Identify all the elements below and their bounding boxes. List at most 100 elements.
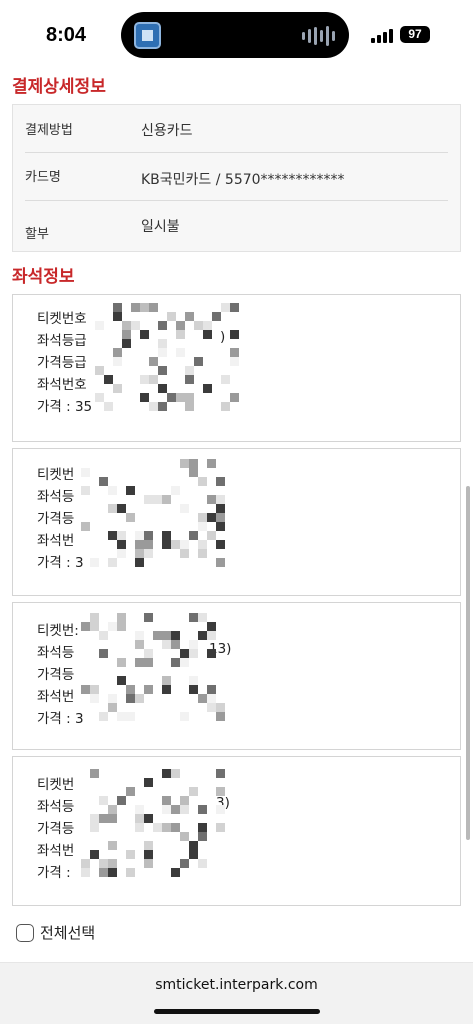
now-playing-thumbnail-icon — [134, 22, 161, 49]
mosaic-pixel — [171, 769, 180, 778]
mosaic-pixel — [207, 703, 216, 712]
mosaic-pixel — [99, 477, 108, 486]
mosaic-pixel — [189, 468, 198, 477]
mosaic-pixel — [126, 685, 135, 694]
mosaic-pixel — [216, 504, 225, 513]
mosaic-pixel — [108, 841, 117, 850]
seat-grade-line: 좌석등 — [37, 799, 75, 815]
mosaic-pixel — [122, 330, 131, 339]
price-grade-line: 가격등급 — [37, 355, 87, 371]
mosaic-pixel — [162, 796, 171, 805]
mosaic-pixel — [162, 805, 171, 814]
mosaic-pixel — [126, 694, 135, 703]
mosaic-pixel — [207, 622, 216, 631]
mosaic-pixel — [207, 685, 216, 694]
mosaic-pixel — [113, 357, 122, 366]
mosaic-pixel — [81, 622, 90, 631]
mosaic-pixel — [162, 540, 171, 549]
ticket-card[interactable]: 티켓번: 좌석등 가격등 좌석번 가격 : 3 13) — [12, 602, 461, 750]
payment-row-installment: 할부 일시불 — [25, 201, 448, 249]
mosaic-pixel — [144, 814, 153, 823]
mosaic-pixel — [230, 357, 239, 366]
mosaic-pixel — [216, 477, 225, 486]
mosaic-pixel — [90, 850, 99, 859]
mosaic-pixel — [126, 513, 135, 522]
mosaic-pixel — [99, 712, 108, 721]
ticket-card[interactable]: 티켓번 좌석등 가격등 좌석번 가격 : 3) — [12, 756, 461, 906]
scrollbar[interactable] — [466, 486, 470, 840]
mosaic-pixel — [113, 303, 122, 312]
mosaic-pixel — [135, 805, 144, 814]
mosaic-pixel — [162, 640, 171, 649]
mosaic-pixel — [99, 631, 108, 640]
mosaic-pixel — [171, 868, 180, 877]
mosaic-pixel — [171, 486, 180, 495]
mosaic-pixel — [135, 549, 144, 558]
mosaic-pixel — [140, 393, 149, 402]
mosaic-pixel — [135, 658, 144, 667]
mosaic-pixel — [189, 613, 198, 622]
ticket-card[interactable]: 티켓번 좌석등 가격등 좌석번 가격 : 3 — [12, 448, 461, 596]
mosaic-pixel — [185, 375, 194, 384]
mosaic-pixel — [198, 477, 207, 486]
mosaic-pixel — [180, 459, 189, 468]
mosaic-pixel — [108, 622, 117, 631]
mosaic-pixel — [117, 796, 126, 805]
ticket-number-line: 티켓번: — [37, 623, 79, 639]
home-indicator — [154, 1009, 320, 1014]
ticket-card[interactable]: 티켓번호 좌석등급 가격등급 좌석번호 가격 : 35 ) — [12, 294, 461, 442]
mosaic-pixel — [144, 850, 153, 859]
mosaic-pixel — [90, 622, 99, 631]
mosaic-pixel — [176, 321, 185, 330]
mosaic-pixel — [198, 832, 207, 841]
mosaic-pixel — [185, 393, 194, 402]
mosaic-pixel — [126, 486, 135, 495]
mosaic-pixel — [216, 769, 225, 778]
mosaic-pixel — [95, 393, 104, 402]
mosaic-pixel — [180, 832, 189, 841]
mosaic-pixel — [162, 676, 171, 685]
mosaic-pixel — [221, 402, 230, 411]
mosaic-pixel — [216, 513, 225, 522]
mosaic-pixel — [113, 312, 122, 321]
mosaic-pixel — [207, 513, 216, 522]
mosaic-pixel — [108, 486, 117, 495]
mosaic-pixel — [162, 631, 171, 640]
mosaic-pixel — [144, 540, 153, 549]
mosaic-pixel — [171, 805, 180, 814]
mosaic-pixel — [108, 694, 117, 703]
mosaic-pixel — [162, 495, 171, 504]
select-all-checkbox[interactable] — [16, 923, 34, 942]
mosaic-pixel — [185, 312, 194, 321]
status-bar: 8:04 97 — [0, 0, 473, 70]
mosaic-pixel — [189, 685, 198, 694]
mosaic-pixel — [135, 814, 144, 823]
seat-number-line: 좌석번 — [37, 533, 75, 549]
price-line: 가격 : 35 — [37, 399, 93, 415]
mosaic-pixel — [99, 796, 108, 805]
card-name-label: 카드명 — [25, 170, 61, 185]
mosaic-pixel — [180, 540, 189, 549]
mosaic-pixel — [149, 303, 158, 312]
mosaic-pixel — [117, 658, 126, 667]
mosaic-pixel — [117, 549, 126, 558]
mosaic-pixel — [140, 330, 149, 339]
mosaic-pixel — [180, 712, 189, 721]
status-time: 8:04 — [46, 24, 87, 46]
mosaic-pixel — [122, 339, 131, 348]
mosaic-pixel — [108, 703, 117, 712]
price-line: 가격 : 3 — [37, 555, 84, 571]
mosaic-pixel — [99, 649, 108, 658]
mosaic-pixel — [207, 531, 216, 540]
mosaic-pixel — [90, 769, 99, 778]
url-text[interactable]: smticket.interpark.com — [0, 977, 473, 993]
browser-url-bar[interactable]: smticket.interpark.com — [0, 963, 473, 1024]
mosaic-pixel — [95, 321, 104, 330]
mosaic-pixel — [81, 468, 90, 477]
cellular-signal-icon — [371, 28, 393, 43]
mosaic-pixel — [117, 540, 126, 549]
select-all-control[interactable]: 전체선택 — [16, 922, 95, 943]
mosaic-pixel — [140, 375, 149, 384]
mosaic-pixel — [230, 330, 239, 339]
mosaic-pixel — [153, 823, 162, 832]
